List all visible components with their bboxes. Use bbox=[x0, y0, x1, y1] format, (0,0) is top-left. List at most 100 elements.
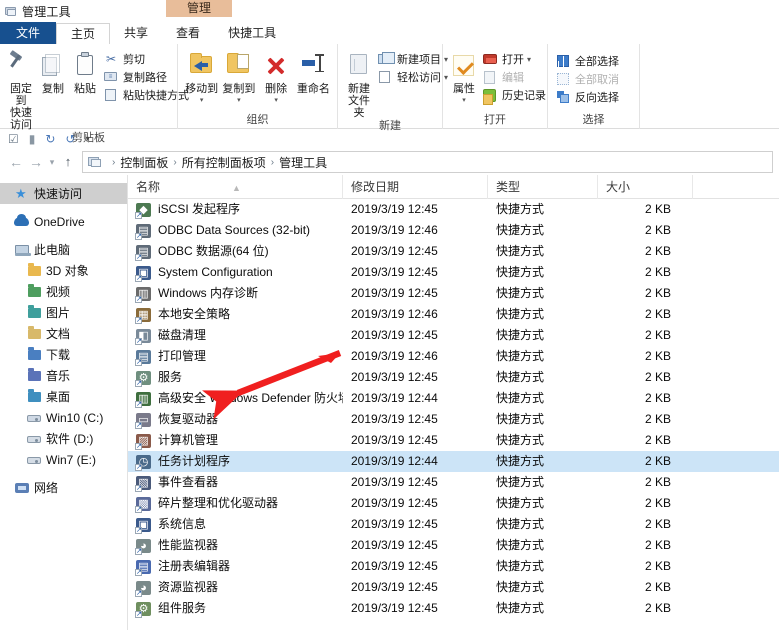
file-name-label: 资源监视器 bbox=[158, 580, 219, 594]
sidebar-item-pictures[interactable]: 图片 bbox=[0, 302, 127, 323]
breadcrumb-all-items[interactable]: 所有控制面板项 bbox=[182, 154, 266, 171]
select-none-button[interactable]: 全部取消 bbox=[553, 70, 621, 88]
cell-name: ◆ ↗ iSCSI 发起程序 bbox=[128, 199, 343, 220]
paste-button[interactable]: 粘贴 bbox=[69, 48, 101, 95]
group-label-open: 打开 bbox=[484, 114, 506, 126]
tab-file[interactable]: 文件 bbox=[0, 22, 57, 44]
table-row[interactable]: ◆ ↗ iSCSI 发起程序 2019/3/19 12:45 快捷方式 2 KB bbox=[128, 199, 779, 220]
sidebar-item-label: Win7 (E:) bbox=[46, 452, 97, 467]
cell-size: 2 KB bbox=[644, 328, 671, 342]
group-label-clipboard: 剪贴板 bbox=[72, 132, 105, 144]
tab-share[interactable]: 共享 bbox=[110, 23, 162, 44]
table-row[interactable]: ⚙ ↗ 组件服务 2019/3/19 12:45 快捷方式 2 KB bbox=[128, 598, 779, 619]
new-folder-button[interactable]: 新建 文件夹 bbox=[343, 48, 375, 119]
table-row[interactable]: ▧ ↗ 事件查看器 2019/3/19 12:45 快捷方式 2 KB bbox=[128, 472, 779, 493]
address-bar[interactable]: › 控制面板 › 所有控制面板项 › 管理工具 bbox=[82, 151, 773, 173]
file-name-label: 计算机管理 bbox=[158, 433, 219, 447]
table-row[interactable]: ▭ ↗ 恢复驱动器 2019/3/19 12:45 快捷方式 2 KB bbox=[128, 409, 779, 430]
rename-button[interactable]: 重命名 bbox=[295, 48, 332, 95]
tab-shortcut-tools[interactable]: 快捷工具 bbox=[214, 23, 290, 44]
cell-type: 快捷方式 bbox=[496, 391, 545, 405]
sidebar-item-music[interactable]: 音乐 bbox=[0, 365, 127, 386]
column-header-date[interactable]: 修改日期 bbox=[343, 174, 488, 199]
contextual-tab-manage[interactable]: 管理 bbox=[166, 0, 232, 17]
invert-selection-button[interactable]: 反向选择 bbox=[553, 88, 621, 106]
table-row[interactable]: ▤ ↗ 打印管理 2019/3/19 12:46 快捷方式 2 KB bbox=[128, 346, 779, 367]
forward-button[interactable]: → bbox=[26, 155, 46, 169]
table-row[interactable]: ▥ ↗ 高级安全 Windows Defender 防火墙 2019/3/19 12:… bbox=[128, 388, 779, 409]
cell-name: ▦ ↗ 本地安全策略 bbox=[128, 304, 343, 325]
shortcut-icon: ▥ ↗ bbox=[135, 391, 153, 408]
shortcut-icon: ◕ ↗ bbox=[135, 538, 153, 555]
file-name-label: iSCSI 发起程序 bbox=[158, 202, 241, 216]
ribbon-group-organize: 移动到 ▾ 复制到 ▾ 删除 ▾ 重命名 组织 bbox=[178, 44, 338, 129]
shortcut-icon: ▤ ↗ bbox=[135, 559, 153, 576]
tab-view[interactable]: 查看 bbox=[162, 23, 214, 44]
column-header-type[interactable]: 类型 bbox=[488, 174, 598, 199]
sidebar-item-downloads[interactable]: 下载 bbox=[0, 344, 127, 365]
table-row[interactable]: ▤ ↗ ODBC 数据源(64 位) 2019/3/19 12:45 快捷方式 2 KB bbox=[128, 241, 779, 262]
recent-locations-icon[interactable]: ▾ bbox=[46, 155, 58, 169]
easy-access-button[interactable]: 轻松访问 ▾ bbox=[375, 68, 450, 86]
ribbon: 固定到 快速访问 复制 粘贴 ✂ 剪切 ≡ 复制路径 粘贴快捷方式 剪贴板 移动… bbox=[0, 44, 779, 144]
copy-to-button[interactable]: 复制到 ▾ bbox=[220, 48, 257, 107]
sidebar-item-software-d[interactable]: 软件 (D:) bbox=[0, 428, 127, 449]
up-button[interactable]: ↑ bbox=[58, 155, 78, 169]
history-button[interactable]: 历史记录 bbox=[480, 86, 548, 105]
table-row[interactable]: ▤ ↗ ODBC Data Sources (32-bit) 2019/3/19 12… bbox=[128, 220, 779, 241]
sidebar-item-onedrive[interactable]: OneDrive bbox=[0, 211, 127, 232]
breadcrumb-admin-tools[interactable]: 管理工具 bbox=[279, 154, 327, 171]
sidebar-item-network[interactable]: 网络 bbox=[0, 477, 127, 498]
select-all-button[interactable]: 全部选择 bbox=[553, 52, 621, 70]
open-button[interactable]: 打开 ▾ bbox=[480, 50, 548, 68]
sidebar-item-this-pc[interactable]: 此电脑 bbox=[0, 239, 127, 260]
copy-button[interactable]: 复制 bbox=[37, 48, 69, 95]
cell-size: 2 KB bbox=[644, 223, 671, 237]
table-row[interactable]: ▥ ↗ Windows 内存诊断 2019/3/19 12:45 快捷方式 2 KB bbox=[128, 283, 779, 304]
table-row[interactable]: ◧ ↗ 磁盘清理 2019/3/19 12:45 快捷方式 2 KB bbox=[128, 325, 779, 346]
navigation-pane[interactable]: ★ 快速访问 OneDrive 此电脑 3D 对象 视频 图片 文档 下载 音乐… bbox=[0, 175, 128, 630]
sidebar-item-label: 软件 (D:) bbox=[46, 432, 94, 446]
sidebar-item-win10-c[interactable]: Win10 (C:) bbox=[0, 407, 127, 428]
sidebar-item-videos[interactable]: 视频 bbox=[0, 281, 127, 302]
sidebar-item-documents[interactable]: 文档 bbox=[0, 323, 127, 344]
new-item-button[interactable]: 新建项目 ▾ bbox=[375, 50, 450, 68]
table-row[interactable]: ▣ ↗ 系统信息 2019/3/19 12:45 快捷方式 2 KB bbox=[128, 514, 779, 535]
table-row[interactable]: ▨ ↗ 计算机管理 2019/3/19 12:45 快捷方式 2 KB bbox=[128, 430, 779, 451]
sidebar-item-3d-objects[interactable]: 3D 对象 bbox=[0, 260, 127, 281]
file-rows[interactable]: ◆ ↗ iSCSI 发起程序 2019/3/19 12:45 快捷方式 2 KB ▤ ↗ ODB… bbox=[128, 199, 779, 630]
file-name-label: 系统信息 bbox=[158, 517, 207, 531]
move-to-button[interactable]: 移动到 ▾ bbox=[183, 48, 220, 107]
table-row[interactable]: ▤ ↗ 注册表编辑器 2019/3/19 12:45 快捷方式 2 KB bbox=[128, 556, 779, 577]
pin-to-quick-access-button[interactable]: 固定到 快速访问 bbox=[5, 48, 37, 131]
file-name-label: ODBC Data Sources (32-bit) bbox=[158, 223, 311, 237]
column-header-name[interactable]: 名称 ▲ bbox=[128, 174, 343, 199]
table-row[interactable]: ▣ ↗ System Configuration 2019/3/19 12:45 快捷方… bbox=[128, 262, 779, 283]
column-header-size[interactable]: 大小 bbox=[598, 174, 693, 199]
cell-date: 2019/3/19 12:45 bbox=[351, 328, 438, 342]
table-row[interactable]: ▦ ↗ 本地安全策略 2019/3/19 12:46 快捷方式 2 KB bbox=[128, 304, 779, 325]
delete-button[interactable]: 删除 ▾ bbox=[258, 48, 295, 107]
sidebar-item-label: 3D 对象 bbox=[46, 264, 89, 278]
table-row[interactable]: ▩ ↗ 碎片整理和优化驱动器 2019/3/19 12:45 快捷方式 2 KB bbox=[128, 493, 779, 514]
edit-button[interactable]: 编辑 bbox=[480, 68, 548, 86]
cell-date: 2019/3/19 12:45 bbox=[351, 517, 438, 531]
cell-size: 2 KB bbox=[644, 202, 671, 216]
sidebar-item-quick-access[interactable]: ★ 快速访问 bbox=[0, 183, 127, 204]
back-button[interactable]: ← bbox=[6, 155, 26, 169]
table-row[interactable]: ⚙ ↗ 服务 2019/3/19 12:45 快捷方式 2 KB bbox=[128, 367, 779, 388]
cell-type: 快捷方式 bbox=[496, 328, 545, 342]
properties-button[interactable]: 属性 ▾ bbox=[448, 48, 480, 107]
sidebar-item-win7-e[interactable]: Win7 (E:) bbox=[0, 449, 127, 470]
shortcut-icon: ▧ ↗ bbox=[135, 475, 153, 492]
table-row[interactable]: ◷ ↗ 任务计划程序 2019/3/19 12:44 快捷方式 2 KB bbox=[128, 451, 779, 472]
shortcut-icon: ▣ ↗ bbox=[135, 265, 153, 282]
breadcrumb-control-panel[interactable]: 控制面板 bbox=[120, 154, 168, 171]
sidebar-item-desktop[interactable]: 桌面 bbox=[0, 386, 127, 407]
folder-music-icon bbox=[26, 367, 43, 384]
table-row[interactable]: ◕ ↗ 性能监视器 2019/3/19 12:45 快捷方式 2 KB bbox=[128, 535, 779, 556]
table-row[interactable]: ◕ ↗ 资源监视器 2019/3/19 12:45 快捷方式 2 KB bbox=[128, 577, 779, 598]
ribbon-group-open: 属性 ▾ 打开 ▾ 编辑 历史记录 打开 bbox=[443, 44, 548, 129]
cell-type: 快捷方式 bbox=[496, 433, 545, 447]
tab-home[interactable]: 主页 bbox=[56, 23, 111, 44]
